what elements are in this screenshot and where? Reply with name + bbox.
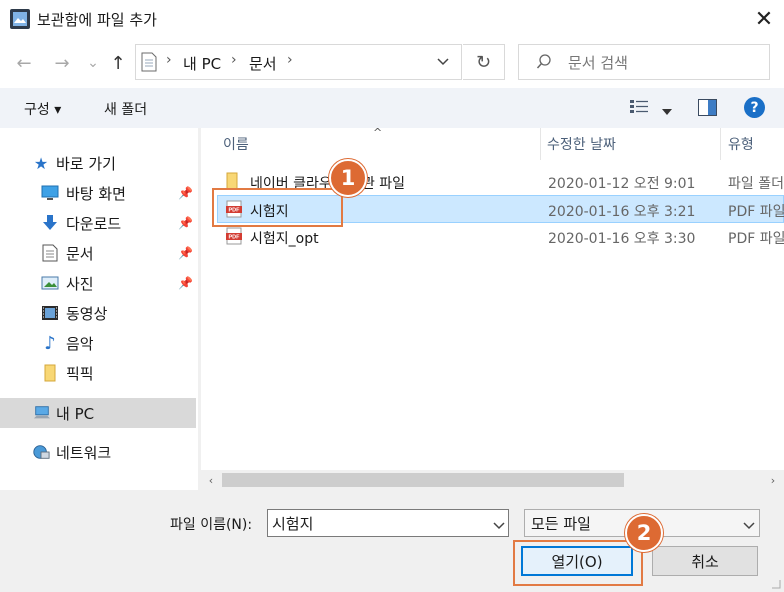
column-divider[interactable] <box>720 128 721 160</box>
scroll-left-icon[interactable]: ‹ <box>204 472 218 488</box>
view-options-icon[interactable] <box>630 99 650 115</box>
sidebar-item-my-pc[interactable]: 내 PC <box>0 398 196 428</box>
folder-icon <box>41 364 59 382</box>
file-date: 2020-01-16 오후 3:21 <box>548 204 696 220</box>
picture-icon <box>41 274 59 292</box>
breadcrumb-separator: › <box>166 52 172 68</box>
video-icon <box>41 304 59 322</box>
scrollbar-thumb[interactable] <box>222 473 624 487</box>
organize-button[interactable]: 구성 ▾ <box>24 99 61 119</box>
filename-dropdown-icon[interactable] <box>493 518 505 530</box>
file-type: PDF 파일 <box>728 204 784 220</box>
up-button[interactable]: ↑ <box>106 51 130 75</box>
window-title: 보관함에 파일 추가 <box>37 11 157 29</box>
column-divider[interactable] <box>540 128 541 160</box>
address-dropdown-icon[interactable] <box>434 53 452 71</box>
column-header-name[interactable]: 이름 <box>223 128 539 160</box>
file-date: 2020-01-16 오후 3:30 <box>548 231 696 247</box>
app-icon <box>9 8 31 30</box>
breadcrumb-separator: › <box>287 52 293 68</box>
pin-icon: 📌 <box>178 216 193 230</box>
sidebar-item-downloads[interactable]: 다운로드 📌 <box>0 209 196 237</box>
resize-grip-icon[interactable] <box>766 576 782 590</box>
filter-dropdown-icon[interactable] <box>743 518 755 530</box>
file-type: 파일 폴더 <box>728 176 784 192</box>
table-row[interactable]: PDF 시험지_opt 2020-01-16 오후 3:30 PDF 파일 <box>217 223 784 251</box>
forward-button[interactable]: → <box>50 51 74 75</box>
music-icon: ♪ <box>44 332 56 354</box>
annotation-highlight-file <box>212 188 343 227</box>
refresh-icon: ↻ <box>475 51 492 73</box>
star-icon: ★ <box>33 153 49 173</box>
file-list: ^ 이름 수정한 날짜 유형 네이버 클라우드 보관 파일 2020-01-12… <box>201 126 784 470</box>
sidebar-item-desktop[interactable]: 바탕 화면 📌 <box>0 179 196 207</box>
back-button[interactable]: ← <box>12 51 36 75</box>
close-icon: ✕ <box>754 6 774 32</box>
column-header-date[interactable]: 수정한 날짜 <box>547 128 719 160</box>
filename-value: 시험지 <box>272 514 314 533</box>
annotation-highlight-open <box>513 540 643 586</box>
view-dropdown-icon[interactable] <box>662 104 672 115</box>
preview-pane-icon[interactable] <box>698 99 717 116</box>
forward-arrow-icon: → <box>54 52 70 74</box>
column-header-type[interactable]: 유형 <box>728 128 784 160</box>
search-icon <box>536 53 552 71</box>
sidebar-item-documents[interactable]: 문서 📌 <box>0 239 196 267</box>
pdf-icon: PDF <box>225 227 243 249</box>
file-type: PDF 파일 <box>728 231 784 247</box>
back-arrow-icon: ← <box>16 52 32 74</box>
close-button[interactable]: ✕ <box>744 0 784 38</box>
refresh-button[interactable]: ↻ <box>463 44 505 80</box>
search-placeholder: 문서 검색 <box>568 54 628 72</box>
desktop-icon <box>41 184 59 202</box>
filename-field[interactable]: 시험지 <box>267 509 509 537</box>
recent-locations-button[interactable]: ⌄ <box>84 51 102 75</box>
document-location-icon <box>141 52 157 72</box>
filter-value: 모든 파일 <box>531 514 591 533</box>
network-icon <box>32 443 50 461</box>
file-date: 2020-01-12 오전 9:01 <box>548 176 696 192</box>
scroll-right-icon[interactable]: › <box>766 472 780 488</box>
sidebar-item-pictures[interactable]: 사진 📌 <box>0 269 196 297</box>
pin-icon: 📌 <box>178 276 193 290</box>
navigation-pane: ★ 바로 가기 바탕 화면 📌 다운로드 📌 문서 📌 사진 📌 동영상 ♪ 음… <box>0 128 198 490</box>
breadcrumb-my-pc[interactable]: 내 PC <box>183 53 221 74</box>
annotation-step-2: 2 <box>625 514 663 552</box>
sidebar-item-network[interactable]: 네트워크 <box>0 438 196 466</box>
footer-panel <box>0 490 784 592</box>
search-input[interactable] <box>518 44 770 80</box>
pin-icon: 📌 <box>178 246 193 260</box>
sidebar-item-videos[interactable]: 동영상 <box>0 299 196 327</box>
svg-text:PDF: PDF <box>229 235 241 241</box>
sidebar-item-music[interactable]: ♪ 음악 <box>0 329 196 357</box>
computer-icon <box>33 404 51 422</box>
breadcrumb-separator: › <box>231 52 237 68</box>
sidebar-item-picpick[interactable]: 픽픽 <box>0 359 196 387</box>
help-icon[interactable]: ? <box>744 97 765 118</box>
up-arrow-icon: ↑ <box>110 52 126 74</box>
breadcrumb-documents[interactable]: 문서 <box>249 53 277 74</box>
new-folder-button[interactable]: 새 폴더 <box>104 99 147 119</box>
annotation-step-1: 1 <box>329 159 367 197</box>
sidebar-item-quick-access[interactable]: ★ 바로 가기 <box>0 149 196 177</box>
chevron-down-icon: ⌄ <box>87 55 99 71</box>
document-icon <box>41 244 59 262</box>
filename-label: 파일 이름(N): <box>170 517 253 533</box>
download-icon <box>41 214 59 232</box>
cancel-button[interactable]: 취소 <box>652 546 758 576</box>
file-name: 시험지_opt <box>250 231 319 247</box>
pin-icon: 📌 <box>178 186 193 200</box>
